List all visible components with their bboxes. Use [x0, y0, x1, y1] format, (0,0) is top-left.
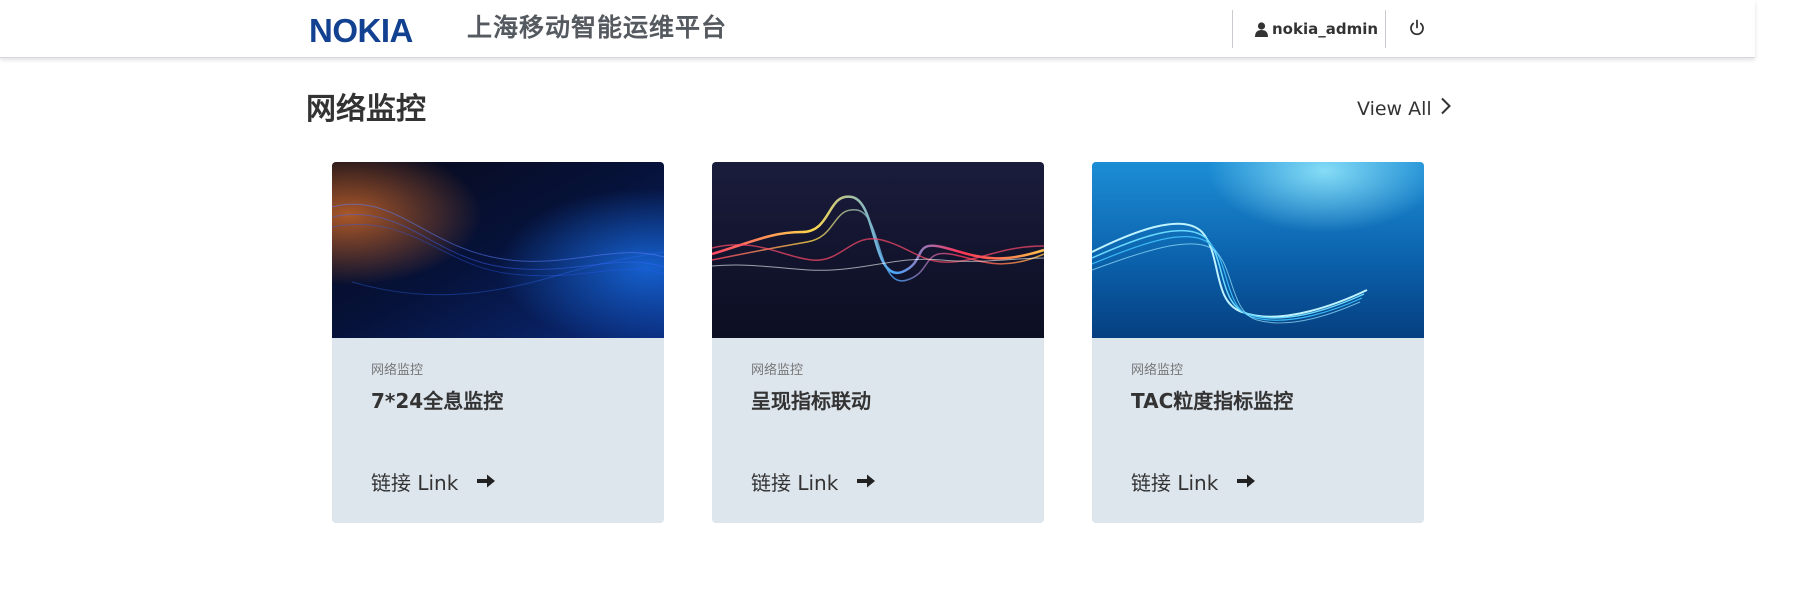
- username-label: nokia_admin: [1272, 20, 1379, 38]
- section-title: 网络监控: [306, 92, 426, 127]
- card-link-label: 链接 Link: [751, 471, 839, 495]
- card-image: [1092, 162, 1424, 338]
- card-link[interactable]: 链接 Link: [371, 467, 496, 496]
- card-link[interactable]: 链接 Link: [751, 467, 876, 496]
- top-header: NOKIA 上海移动智能运维平台 nokia_admin: [0, 0, 1755, 58]
- card-image: [332, 162, 664, 338]
- card-category: 网络监控: [751, 363, 804, 378]
- user-icon: [1255, 21, 1268, 37]
- header-divider: [1385, 10, 1386, 48]
- card-category: 网络监控: [1131, 363, 1184, 378]
- nokia-logo[interactable]: NOKIA: [309, 14, 413, 47]
- card-category: 网络监控: [371, 363, 424, 378]
- arrow-right-icon: [856, 470, 876, 494]
- arrow-right-icon: [1236, 470, 1256, 494]
- card-title: TAC粒度指标监控: [1131, 389, 1294, 413]
- card-holographic-monitoring[interactable]: 网络监控 7*24全息监控 链接 Link: [332, 162, 664, 523]
- header-divider: [1232, 10, 1233, 48]
- power-icon[interactable]: [1407, 18, 1427, 38]
- card-tac-monitoring[interactable]: 网络监控 TAC粒度指标监控 链接 Link: [1092, 162, 1424, 523]
- arrow-right-icon: [476, 470, 496, 494]
- card-image: [712, 162, 1044, 338]
- card-link-label: 链接 Link: [371, 471, 459, 495]
- chevron-right-icon: [1440, 97, 1452, 120]
- view-all-link[interactable]: View All: [1357, 97, 1452, 120]
- app-title: 上海移动智能运维平台: [467, 13, 728, 42]
- card-link-label: 链接 Link: [1131, 471, 1219, 495]
- card-link[interactable]: 链接 Link: [1131, 467, 1256, 496]
- card-title: 呈现指标联动: [751, 389, 871, 413]
- user-menu[interactable]: nokia_admin: [1255, 18, 1378, 40]
- card-linked-indicators[interactable]: 网络监控 呈现指标联动 链接 Link: [712, 162, 1044, 523]
- card-title: 7*24全息监控: [371, 389, 504, 413]
- view-all-label: View All: [1357, 97, 1432, 120]
